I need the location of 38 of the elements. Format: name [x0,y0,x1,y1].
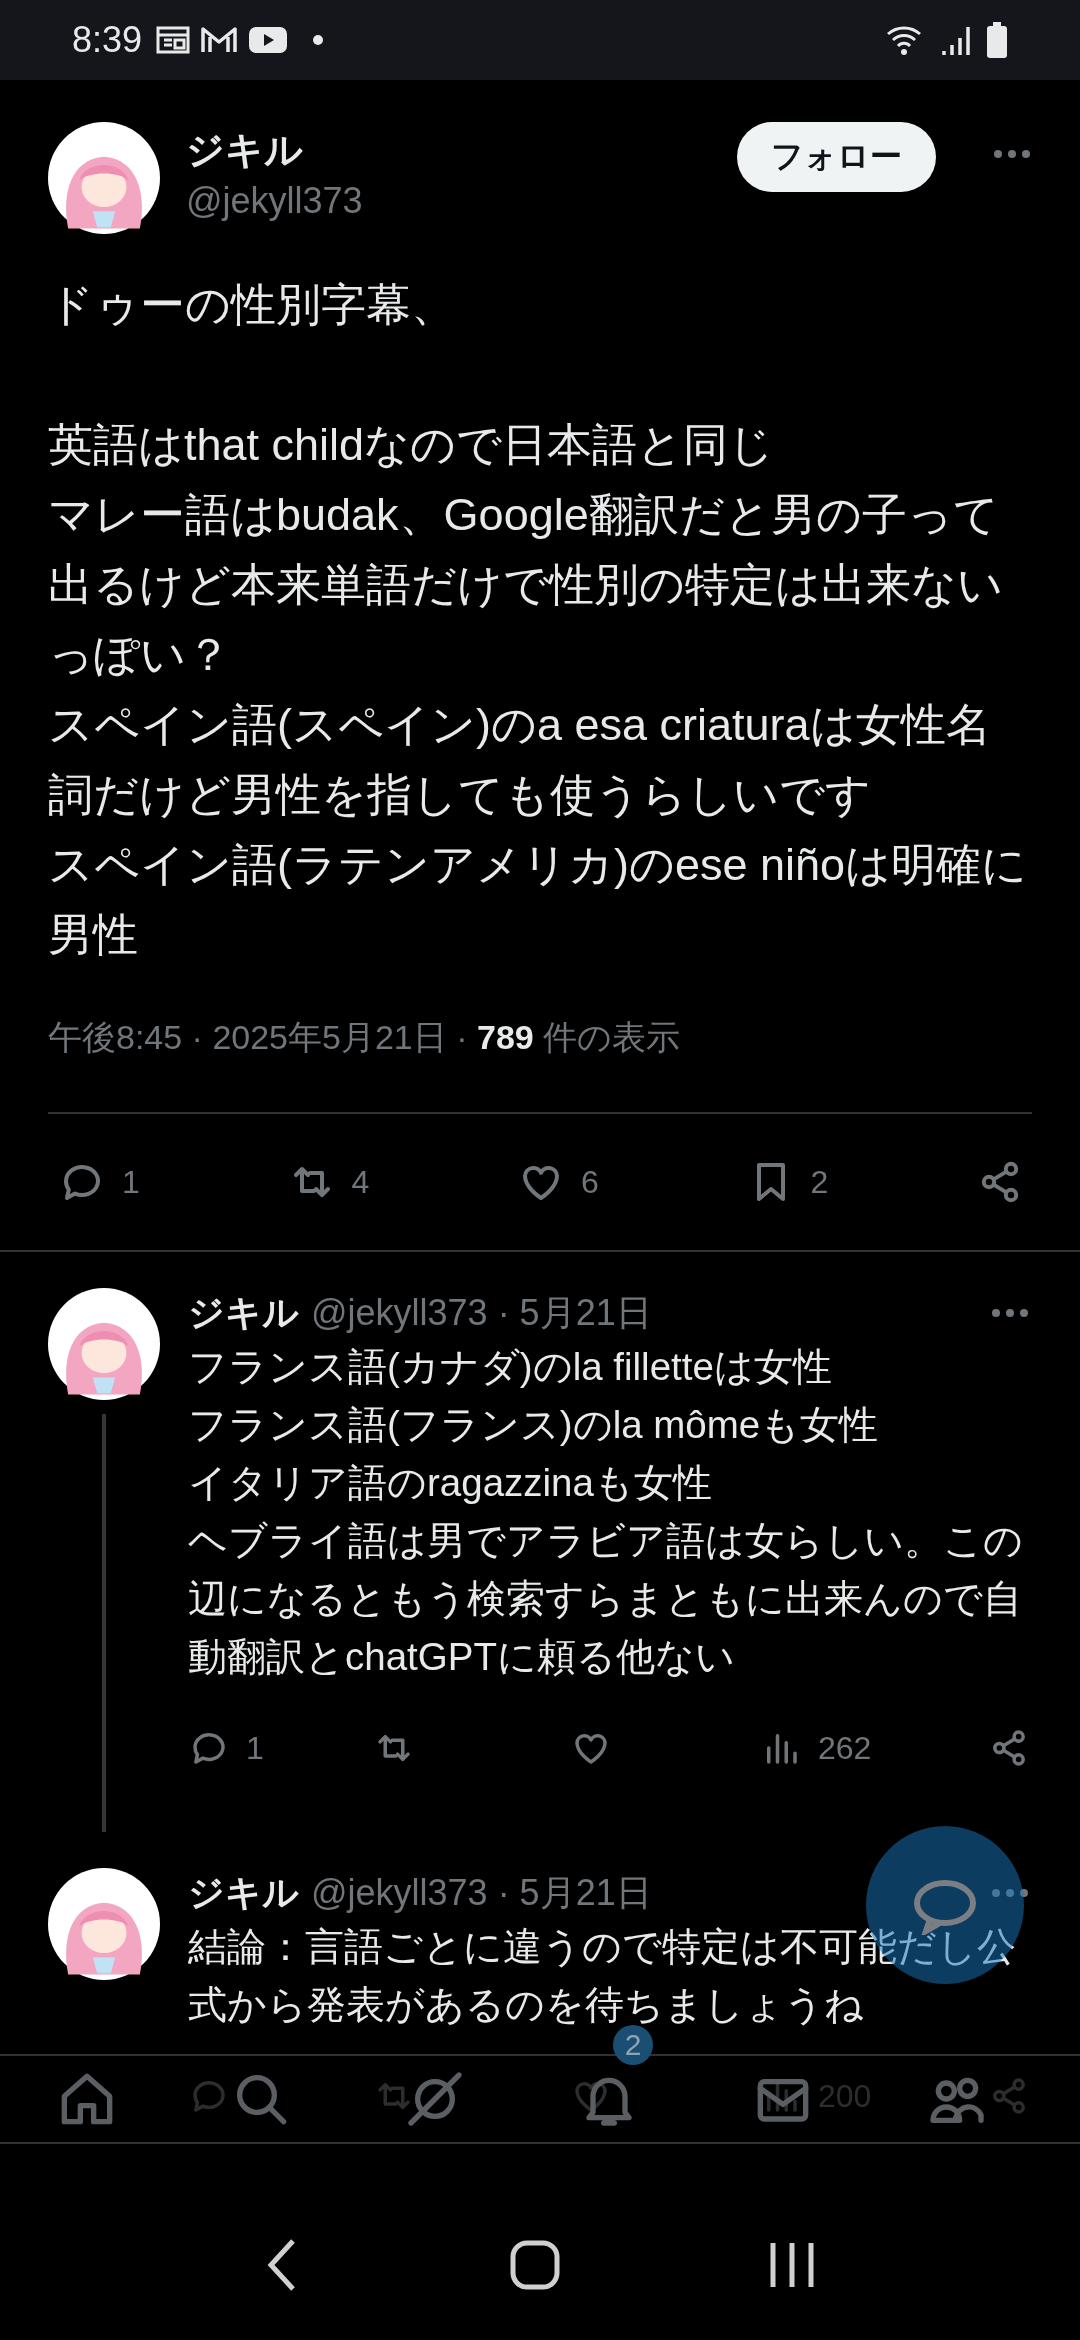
more-icon[interactable] [990,1307,1030,1319]
username-date[interactable]: @jekyll373 · 5月21日 [311,1868,978,1918]
avatar[interactable] [48,1288,160,1400]
reply-text-line: 結論：言語ごとに違うので特定は不可能だし公式から発表があるのを待ちましょうね [188,1924,1017,2028]
display-name[interactable]: ジキル [188,1288,299,1338]
avatar[interactable] [48,1868,160,1980]
reply-text-line: ヘブライ語は男でアラビア語は女らしい。この辺になるともう検索すらまともに出来んので自動翻訳とchatGPTに頼る他ない [188,1518,1024,1680]
avatar[interactable] [48,122,160,234]
mail-logo-icon [200,25,239,55]
tweet-text-line: スペイン語(スペイン)のa esa criaturaは女性名詞だけど男性を指しても使うらしいです [48,698,992,822]
tweet-meta: 午後8:45 · 2025年5月21日 · 789 件の表示 [48,1017,682,1058]
username-date[interactable]: @jekyll373 · 5月21日 [311,1288,978,1338]
newspaper-icon [156,25,191,55]
tweet-text-line: スペイン語(ラテンアメリカ)のese niñoは明確に男性 [48,838,1029,962]
more-icon[interactable] [992,148,1032,160]
notification-badge: 2 [613,2025,653,2065]
reply-text-line: フランス語(カナダ)のla filletteは女性 [188,1344,833,1390]
video-play-icon [248,25,289,55]
action-count: 4 [351,1163,370,1201]
more-icon[interactable] [990,1887,1030,1899]
action-count: 6 [581,1163,599,1201]
clock: 8:39 [72,19,143,61]
battery-icon [986,21,1008,59]
action-count: 1 [246,1729,264,1767]
display-name[interactable]: ジキル [186,124,711,176]
username[interactable]: @jekyll373 [186,176,711,226]
action-count: 1 [122,1163,140,1201]
tweet-text-line: マレー語はbudak、Google翻訳だと男の子って出るけど本来単語だけで性別の特定は出来ないっぽい？ [48,488,1004,682]
action-count: 262 [818,1729,872,1767]
home-button-icon[interactable] [510,2240,560,2290]
reply-text-line: フランス語(フランス)のla mômeも女性 [188,1402,880,1448]
tweet-text-line: 英語はthat childなので日本語と同じ [48,418,776,472]
reply-text-line: イタリア語のragazzinaも女性 [188,1460,713,1506]
tweet-text-line: ドゥーの性別字幕、 [48,278,457,332]
follow-button[interactable]: フォロー [737,122,936,192]
dot-icon [312,34,325,46]
display-name[interactable]: ジキル [188,1868,299,1918]
action-count: 2 [810,1163,829,1201]
